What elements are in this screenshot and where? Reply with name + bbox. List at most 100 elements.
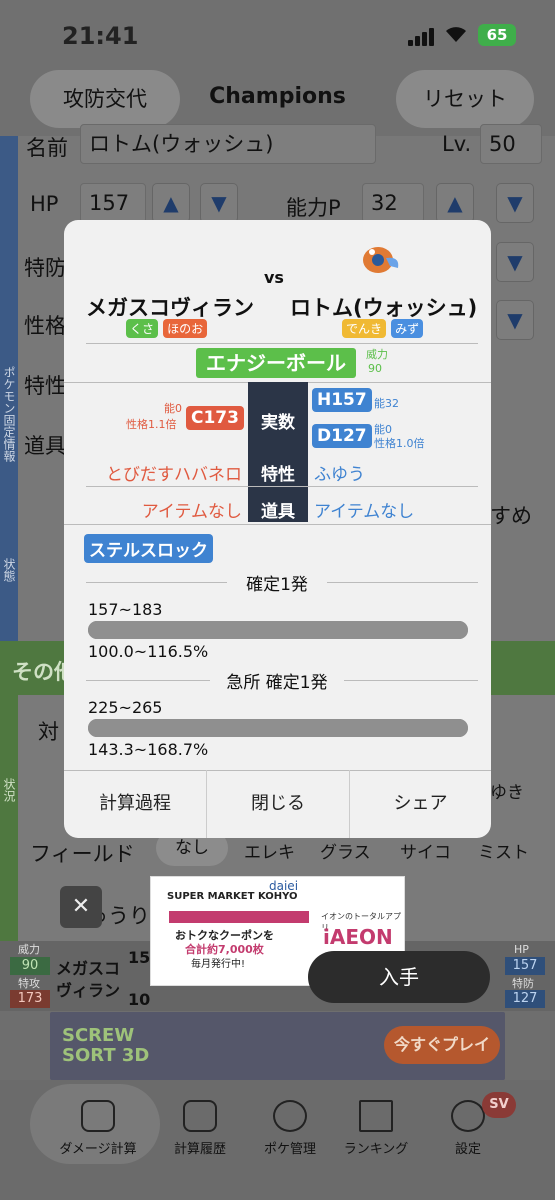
- status2-sidebar-label: 状況: [2, 778, 16, 802]
- swap-button[interactable]: 攻防交代: [30, 70, 180, 128]
- ad-brand-strip: [169, 911, 309, 923]
- normal-damage-range: 157~183: [88, 600, 163, 619]
- battery-level: 65: [486, 26, 508, 44]
- field-label: フィールド: [30, 842, 135, 866]
- tab-history-label: 計算履歴: [173, 1142, 226, 1157]
- stat-header: 実数: [261, 413, 295, 433]
- atk-item: アイテムなし: [141, 502, 242, 522]
- atk-note-1: 能0: [164, 402, 182, 415]
- history-icon: [183, 1100, 217, 1132]
- ability-header: 特性: [261, 465, 295, 485]
- ability-p-field[interactable]: 32: [362, 183, 424, 223]
- target-label: 対: [38, 720, 59, 744]
- mid-bottom-value: 10: [128, 990, 151, 1009]
- settings-icon: [451, 1100, 485, 1132]
- ad-app-name: iAEON: [323, 925, 393, 949]
- left-atk-value: 173: [10, 990, 50, 1008]
- ad-game-title: SCREW SORT 3D: [62, 1025, 150, 1066]
- attacker-type-grass: くさ: [126, 319, 159, 338]
- def-note-1: 能0: [374, 423, 392, 436]
- battery-icon: 65: [478, 24, 516, 46]
- attacker-type-fire: ほのお: [163, 319, 208, 338]
- crit-damage-range: 225~265: [88, 698, 163, 717]
- def-ability: ふゆう: [314, 465, 365, 485]
- ability-p-label: 能力P: [286, 196, 341, 220]
- field-option-psychic[interactable]: サイコ: [400, 838, 451, 863]
- share-button[interactable]: シェア: [350, 770, 491, 838]
- field-option-misty[interactable]: ミスト: [478, 838, 529, 863]
- right-def-label: 特防: [512, 977, 534, 990]
- tab-damage[interactable]: ダメージ計算: [50, 1100, 146, 1157]
- status-time: 21:41: [62, 22, 139, 50]
- reset-button[interactable]: リセット: [396, 70, 534, 128]
- rotom-wash-sprite: [356, 238, 402, 276]
- recommend-text: すめ: [490, 504, 532, 528]
- defender-type-water: みず: [391, 319, 424, 338]
- tab-settings-label: 設定: [454, 1142, 481, 1157]
- move-power-label: 威力: [366, 348, 388, 361]
- tab-history[interactable]: 計算履歴: [160, 1100, 240, 1157]
- def-item: アイテムなし: [314, 502, 415, 522]
- tokusei-label: 特性: [24, 374, 66, 398]
- wifi-icon: [444, 24, 468, 44]
- hp-label: HP: [30, 192, 59, 216]
- tab-poke-manage[interactable]: ポケ管理: [250, 1100, 330, 1157]
- item-header: 道具: [261, 502, 295, 522]
- snow-option[interactable]: ゆき: [490, 778, 524, 803]
- def-note-2: 性格1.0倍: [374, 437, 425, 450]
- calc-process-button[interactable]: 計算過程: [64, 770, 206, 838]
- tab-poke-manage-label: ポケ管理: [263, 1142, 316, 1157]
- right-hp-label: HP: [514, 943, 529, 956]
- ability-p-up-button[interactable]: ▲: [436, 183, 474, 223]
- attacker-types: くさ ほのお: [126, 318, 208, 338]
- normal-damage-percent: 100.0~116.5%: [88, 642, 209, 661]
- pokeball-icon: [81, 1100, 115, 1132]
- hp-down-button[interactable]: ▼: [200, 183, 238, 223]
- normal-result-label: 確定1発: [227, 570, 327, 595]
- close-button[interactable]: 閉じる: [207, 770, 349, 838]
- ranking-icon: [359, 1100, 393, 1132]
- def-stat: D127: [312, 424, 372, 448]
- crit-hp-bar-fill: [88, 719, 468, 737]
- damage-result-modal: vs メガスコヴィラン くさ ほのお ロトム(ウォッシュ) でんき みず エナジ…: [64, 220, 491, 838]
- ability-p-down-button[interactable]: ▼: [496, 183, 534, 223]
- atk-stat: C173: [186, 406, 244, 430]
- crit-result-label: 急所 確定1発: [210, 668, 344, 693]
- seikaku-label: 性格: [24, 314, 66, 338]
- sv-badge: SV: [482, 1092, 516, 1118]
- defender-types: でんき みず: [342, 318, 424, 338]
- divider: [86, 486, 478, 487]
- def-hp-stat: H157: [312, 388, 372, 412]
- vs-label: vs: [264, 268, 284, 287]
- lv-label: Lv.: [442, 132, 472, 156]
- divider: [64, 524, 491, 525]
- seikaku-down-button[interactable]: ▼: [496, 300, 534, 340]
- left-pokemon-name-2: ヴィラン: [56, 981, 121, 1000]
- left-pokemon-name-1: メガスコ: [56, 959, 121, 978]
- ad-play-button[interactable]: 今すぐプレイ: [384, 1026, 500, 1064]
- hp-field[interactable]: 157: [80, 183, 146, 223]
- mid-top-value: 15: [128, 948, 151, 967]
- ad-store2: daiei: [269, 879, 299, 893]
- right-hp-value: 157: [505, 957, 545, 975]
- name-field[interactable]: ロトム(ウォッシュ): [80, 124, 376, 164]
- field-option-grass[interactable]: グラス: [320, 838, 371, 863]
- left-power-label: 威力: [18, 943, 40, 956]
- field-option-electric[interactable]: エレキ: [244, 838, 295, 863]
- ad-get-button[interactable]: 入手: [308, 951, 490, 1003]
- pokemon-icon: [273, 1100, 307, 1132]
- move-name: エナジーボール: [196, 348, 356, 378]
- tab-ranking[interactable]: ランキング: [336, 1100, 416, 1157]
- lv-field[interactable]: 50: [480, 124, 542, 164]
- def-hp-note: 能32: [374, 397, 399, 410]
- hp-up-button[interactable]: ▲: [152, 183, 190, 223]
- signal-icon: [408, 28, 436, 46]
- ad-coupon-3: 毎月発行中!: [191, 959, 246, 970]
- atk-ability: とびだすハバネロ: [106, 465, 242, 485]
- normal-hp-bar-fill: [88, 621, 468, 639]
- tokubo-down-button[interactable]: ▼: [496, 242, 534, 282]
- mute-icon[interactable]: ✕: [60, 886, 102, 928]
- normal-hp-bar: [88, 621, 468, 639]
- tokubo-label: 特防: [24, 256, 66, 280]
- crit-hp-bar: [88, 719, 468, 737]
